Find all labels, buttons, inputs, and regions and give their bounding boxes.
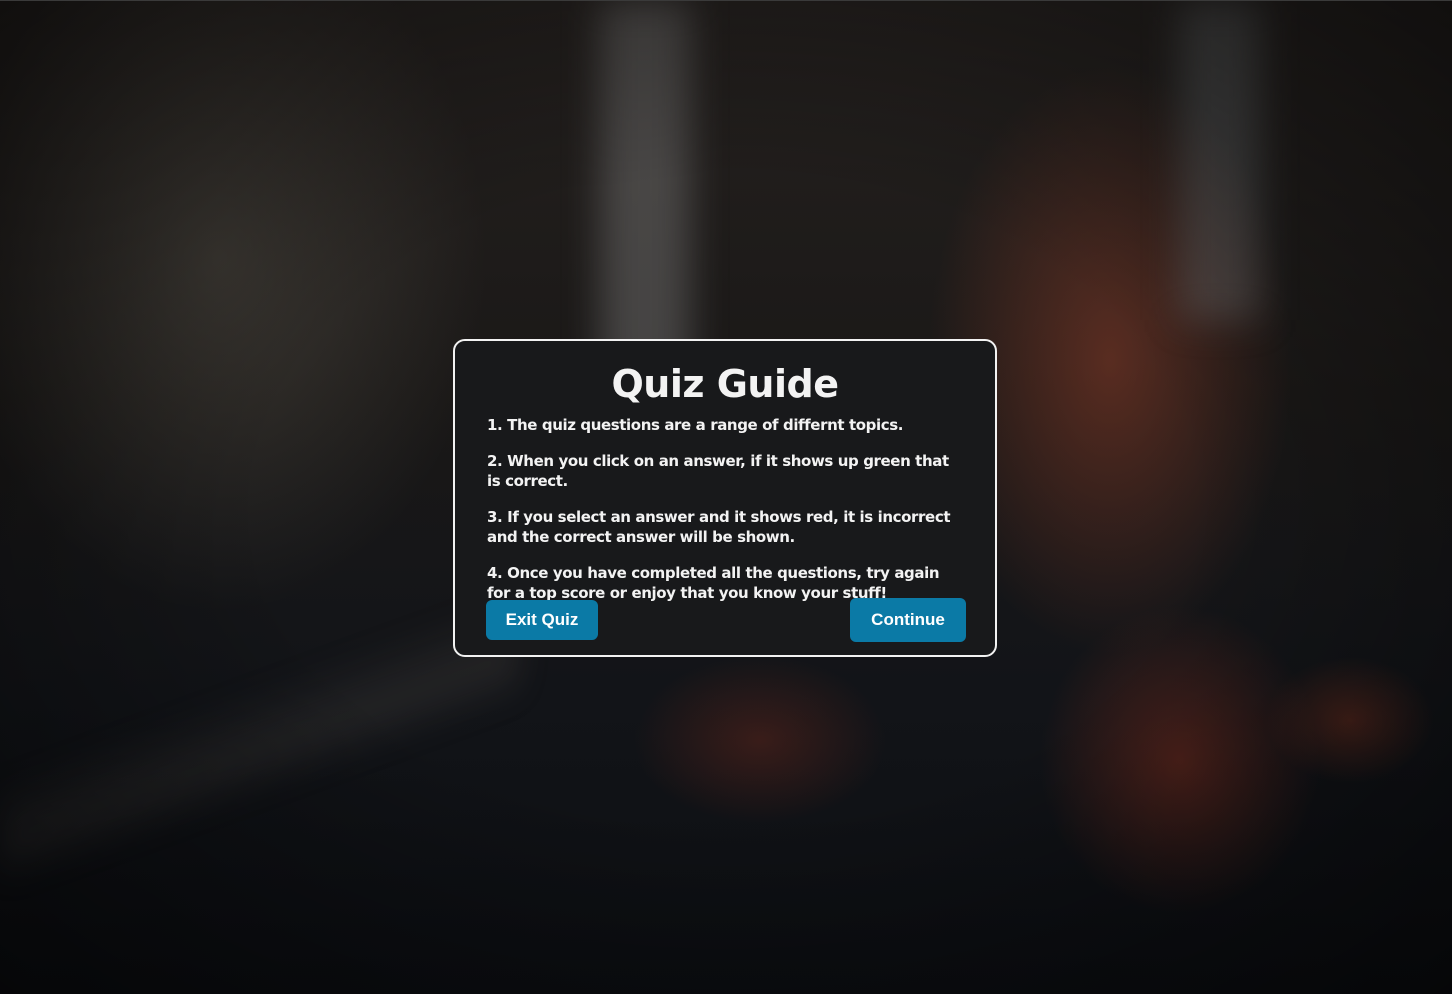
rules-list: 1. The quiz questions are a range of dif…: [487, 415, 963, 603]
continue-button[interactable]: Continue: [850, 598, 966, 642]
rule-item: 2. When you click on an answer, if it sh…: [487, 452, 949, 490]
quiz-guide-dialog: Quiz Guide 1. The quiz questions are a r…: [453, 339, 997, 657]
rule-item: 1. The quiz questions are a range of dif…: [487, 416, 904, 434]
top-edge-line: [0, 0, 1452, 1]
dialog-title: Quiz Guide: [611, 362, 839, 406]
exit-quiz-button[interactable]: Exit Quiz: [486, 600, 598, 640]
rule-item: 4. Once you have completed all the quest…: [487, 564, 940, 602]
rule-item: 3. If you select an answer and it shows …: [487, 508, 951, 546]
